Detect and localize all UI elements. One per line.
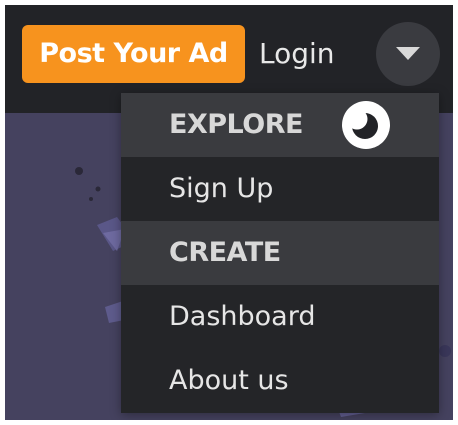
login-link[interactable]: Login [259, 25, 335, 83]
menu-item-about-us[interactable]: About us [121, 349, 439, 413]
page-viewport: Post Your Ad Login EXPLORE Sign Up CREAT… [5, 5, 453, 420]
menu-item-sign-up[interactable]: Sign Up [121, 157, 439, 221]
menu-toggle-button[interactable] [376, 22, 440, 86]
menu-item-dashboard[interactable]: Dashboard [121, 285, 439, 349]
explore-section-label: EXPLORE [169, 109, 303, 140]
dropdown-menu: EXPLORE Sign Up CREATE Dashboard About u… [121, 93, 439, 413]
theme-toggle-button[interactable] [342, 101, 390, 149]
moon-icon [346, 108, 378, 139]
caret-down-icon [396, 47, 420, 60]
menu-section-explore: EXPLORE [121, 93, 439, 157]
post-your-ad-button[interactable]: Post Your Ad [22, 25, 245, 83]
menu-section-create: CREATE [121, 221, 439, 285]
